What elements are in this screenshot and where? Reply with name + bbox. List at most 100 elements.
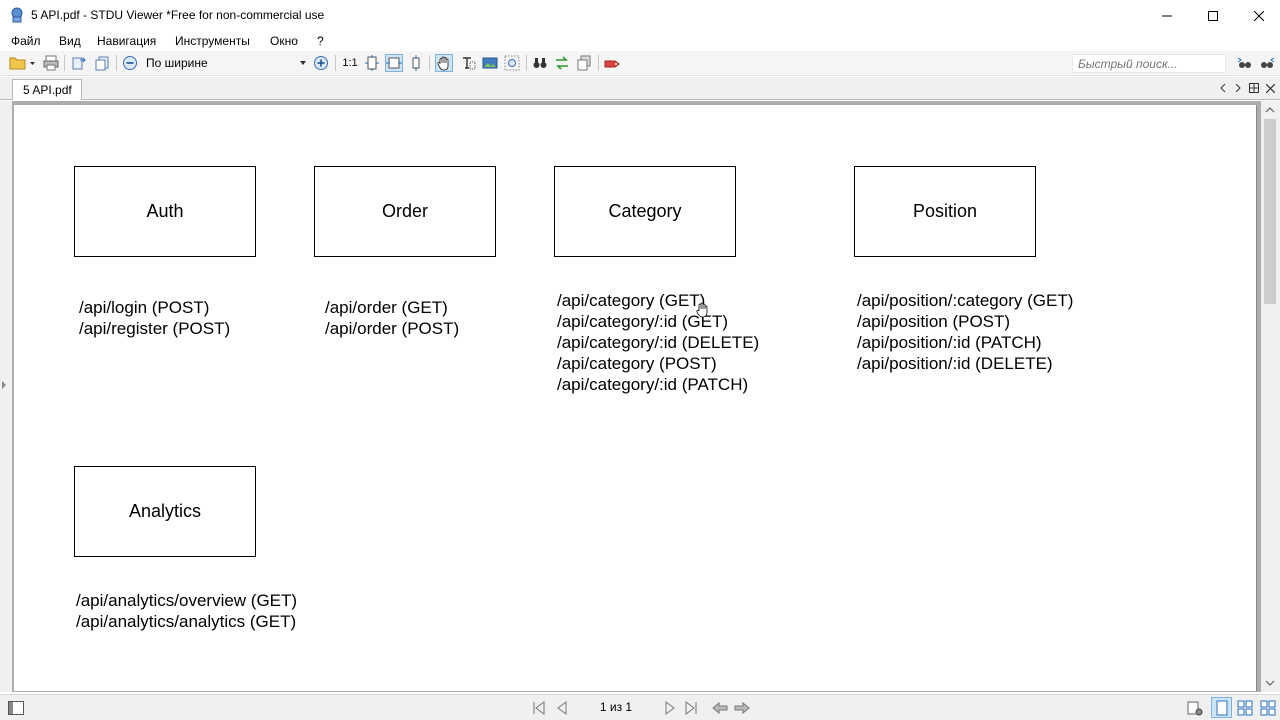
next-page-button[interactable]	[662, 700, 678, 716]
zoom-tool-button[interactable]	[503, 54, 521, 72]
endpoint-item: /api/analytics/analytics (GET)	[76, 612, 297, 631]
copy-button[interactable]	[575, 54, 593, 72]
diagram-box-analytics: Analytics	[74, 466, 256, 557]
endpoint-item: /api/category/:id (GET)	[557, 312, 729, 331]
fit-page-button[interactable]	[363, 54, 381, 72]
endpoint-item: /api/position (POST)	[857, 312, 1011, 331]
box-label: Order	[381, 201, 428, 221]
continuous-view-button[interactable]	[1257, 697, 1278, 718]
menu-view[interactable]: Вид	[59, 34, 81, 48]
last-page-button[interactable]	[683, 700, 699, 716]
zoom-out-icon	[123, 56, 137, 70]
menu-navigation[interactable]: Навигация	[97, 34, 156, 48]
status-bar: 1 из 1	[0, 694, 1280, 720]
maximize-icon	[1208, 10, 1218, 21]
two-page-view-button[interactable]	[1234, 697, 1255, 718]
open-folder-button[interactable]	[8, 54, 36, 72]
export-button[interactable]	[70, 54, 88, 72]
forward-button[interactable]	[734, 700, 750, 716]
endpoint-item: /api/category/:id (PATCH)	[557, 375, 749, 394]
fit-height-icon	[412, 55, 420, 71]
endpoint-item: /api/category (POST)	[557, 354, 717, 373]
copy-page-icon	[95, 56, 109, 71]
toolbar-separator	[64, 55, 65, 71]
arrow-right-icon	[1235, 84, 1241, 92]
zoom-out-button[interactable]	[121, 54, 139, 72]
tab-scroll-right-button[interactable]	[1231, 81, 1245, 95]
toolbar: По ширине 1:1	[0, 51, 1280, 76]
copy-icon	[577, 55, 591, 71]
endpoint-item: /api/position/:category (GET)	[857, 291, 1074, 310]
zoom-mode-select[interactable]: По ширине	[142, 54, 310, 72]
endpoint-list-analytics: /api/analytics/overview (GET) /api/analy…	[76, 590, 297, 632]
last-page-icon	[685, 701, 697, 715]
single-page-view-button[interactable]	[1211, 697, 1232, 718]
box-label: Auth	[146, 201, 184, 221]
toolbar-separator	[335, 55, 336, 71]
maximize-button[interactable]	[1190, 0, 1236, 31]
grid-view-icon	[1237, 700, 1252, 715]
fit-width-button[interactable]	[385, 54, 403, 72]
first-page-icon	[533, 701, 545, 715]
search-next-button[interactable]	[1258, 54, 1276, 72]
endpoint-item: /api/category/:id (DELETE)	[557, 333, 760, 352]
pdf-page: Auth /api/login (POST) /api/register (PO…	[14, 105, 1256, 691]
zoom-in-button[interactable]	[312, 54, 330, 72]
app-icon[interactable]	[9, 7, 25, 23]
endpoint-item: /api/order (GET)	[325, 298, 448, 317]
fit-width-icon	[386, 57, 402, 69]
scrollbar-thumb[interactable]	[1264, 119, 1276, 304]
expand-panel-icon	[2, 381, 6, 389]
endpoint-item: /api/category (GET)	[557, 291, 706, 310]
swap-arrows-icon	[556, 56, 568, 70]
previous-page-button[interactable]	[554, 700, 570, 716]
find-button[interactable]	[531, 54, 549, 72]
scroll-up-icon[interactable]	[1265, 106, 1275, 114]
endpoint-item: /api/position/:id (DELETE)	[857, 354, 1053, 373]
diagram-box-auth: Auth	[74, 166, 256, 257]
side-panel-collapsed[interactable]	[0, 101, 12, 692]
print-button[interactable]	[42, 54, 60, 72]
copy-page-button[interactable]	[93, 54, 111, 72]
menu-tools[interactable]: Инструменты	[175, 34, 250, 48]
first-page-button[interactable]	[531, 700, 547, 716]
vertical-scrollbar[interactable]	[1261, 101, 1280, 692]
grid-icon	[1249, 83, 1259, 93]
endpoint-item: /api/login (POST)	[79, 298, 210, 317]
quick-search-input[interactable]	[1072, 54, 1226, 73]
find-next-button[interactable]	[553, 54, 571, 72]
folder-open-icon	[9, 57, 35, 70]
document-tab-strip: 5 API.pdf	[0, 77, 1280, 100]
fit-height-button[interactable]	[407, 54, 425, 72]
menu-file[interactable]: Файл	[11, 34, 41, 48]
toggle-sidebar-button[interactable]	[8, 700, 24, 716]
hand-cursor-icon	[696, 302, 708, 318]
page-number-field[interactable]: 1 из 1	[578, 700, 654, 716]
minimize-button[interactable]	[1144, 0, 1190, 31]
close-button[interactable]	[1236, 0, 1280, 31]
binoculars-icon	[533, 58, 547, 68]
page-indicator-text: 1 из 1	[599, 700, 633, 714]
search-prev-button[interactable]	[1236, 54, 1254, 72]
actual-size-button[interactable]: 1:1	[341, 54, 359, 72]
back-button[interactable]	[712, 700, 728, 716]
next-page-icon	[665, 701, 675, 715]
bookmark-button[interactable]	[603, 54, 621, 72]
magnifier-icon	[504, 55, 520, 71]
printer-icon	[43, 55, 59, 71]
hand-tool-button[interactable]	[435, 54, 453, 72]
tab-document[interactable]: 5 API.pdf	[12, 79, 82, 100]
menu-help[interactable]: ?	[317, 34, 324, 48]
scroll-down-icon[interactable]	[1265, 679, 1275, 687]
settings-button[interactable]	[1187, 700, 1203, 716]
text-select-button[interactable]	[459, 54, 477, 72]
tab-list-button[interactable]	[1247, 81, 1261, 95]
endpoint-list-position: /api/position/:category (GET) /api/posit…	[857, 290, 1073, 374]
minimize-icon	[1162, 15, 1172, 16]
continuous-view-icon	[1260, 700, 1275, 715]
document-viewport[interactable]: Auth /api/login (POST) /api/register (PO…	[0, 101, 1280, 692]
tab-close-button[interactable]	[1263, 81, 1277, 95]
menu-window[interactable]: Окно	[270, 34, 298, 48]
image-select-button[interactable]	[481, 54, 499, 72]
tab-scroll-left-button[interactable]	[1216, 81, 1230, 95]
